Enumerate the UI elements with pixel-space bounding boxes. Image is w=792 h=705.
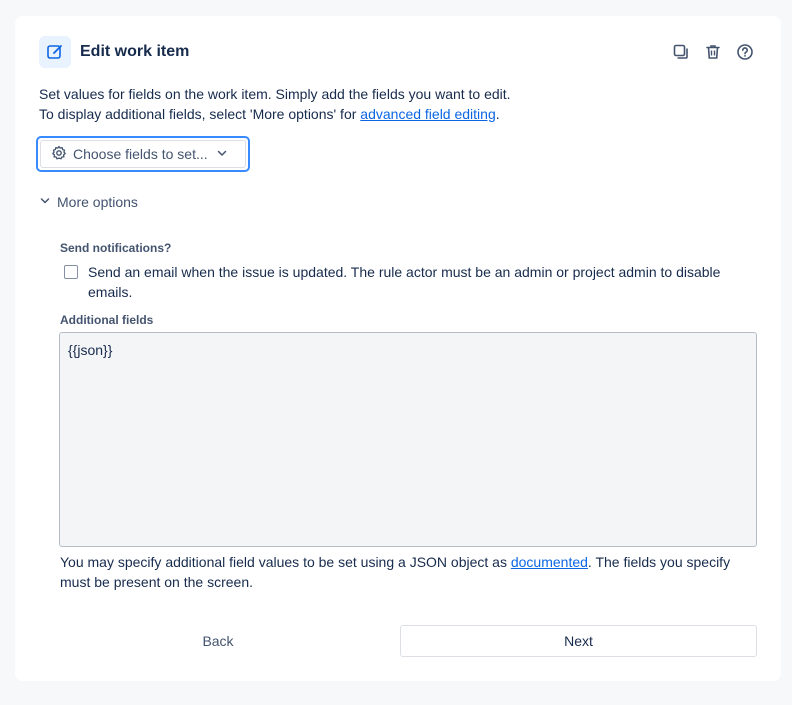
description-line-2: To display additional fields, select 'Mo… bbox=[39, 104, 759, 124]
description-line-2-suffix: . bbox=[495, 106, 500, 122]
gear-icon bbox=[51, 145, 67, 164]
more-options-label: More options bbox=[57, 194, 138, 210]
description-line-1: Set values for fields on the work item. … bbox=[39, 86, 511, 102]
send-email-text: Send an email when the issue is updated.… bbox=[88, 264, 721, 300]
choose-fields-button[interactable]: Choose fields to set... bbox=[36, 136, 250, 172]
chevron-down-icon bbox=[39, 194, 51, 210]
additional-fields-help: You may specify additional field values … bbox=[60, 552, 760, 592]
choose-fields-inner: Choose fields to set... bbox=[40, 140, 246, 168]
help-prefix: You may specify additional field values … bbox=[60, 554, 511, 570]
header-actions bbox=[669, 36, 757, 68]
additional-fields-input[interactable]: {{json}} bbox=[59, 332, 757, 547]
additional-fields-label: Additional fields bbox=[60, 313, 154, 327]
send-email-row: Send an email when the issue is updated.… bbox=[64, 262, 764, 302]
description: Set values for fields on the work item. … bbox=[39, 84, 759, 124]
help-icon[interactable] bbox=[733, 40, 757, 64]
duplicate-icon[interactable] bbox=[669, 40, 693, 64]
choose-fields-label: Choose fields to set... bbox=[73, 146, 208, 162]
send-email-checkbox[interactable] bbox=[64, 265, 78, 279]
edit-icon bbox=[39, 36, 71, 68]
back-button[interactable]: Back bbox=[59, 625, 377, 657]
trash-icon[interactable] bbox=[701, 40, 725, 64]
edit-work-item-panel: Edit work item Set values for fields on … bbox=[15, 16, 781, 681]
page-title: Edit work item bbox=[80, 43, 190, 60]
advanced-field-editing-link[interactable]: advanced field editing bbox=[360, 106, 495, 122]
more-options-toggle[interactable]: More options bbox=[39, 192, 138, 212]
panel-header: Edit work item bbox=[39, 36, 757, 68]
documented-link[interactable]: documented bbox=[511, 554, 588, 570]
description-line-2-prefix: To display additional fields, select 'Mo… bbox=[39, 106, 361, 122]
chevron-down-icon bbox=[216, 146, 228, 162]
next-button[interactable]: Next bbox=[400, 625, 757, 657]
send-notifications-label: Send notifications? bbox=[60, 241, 172, 255]
